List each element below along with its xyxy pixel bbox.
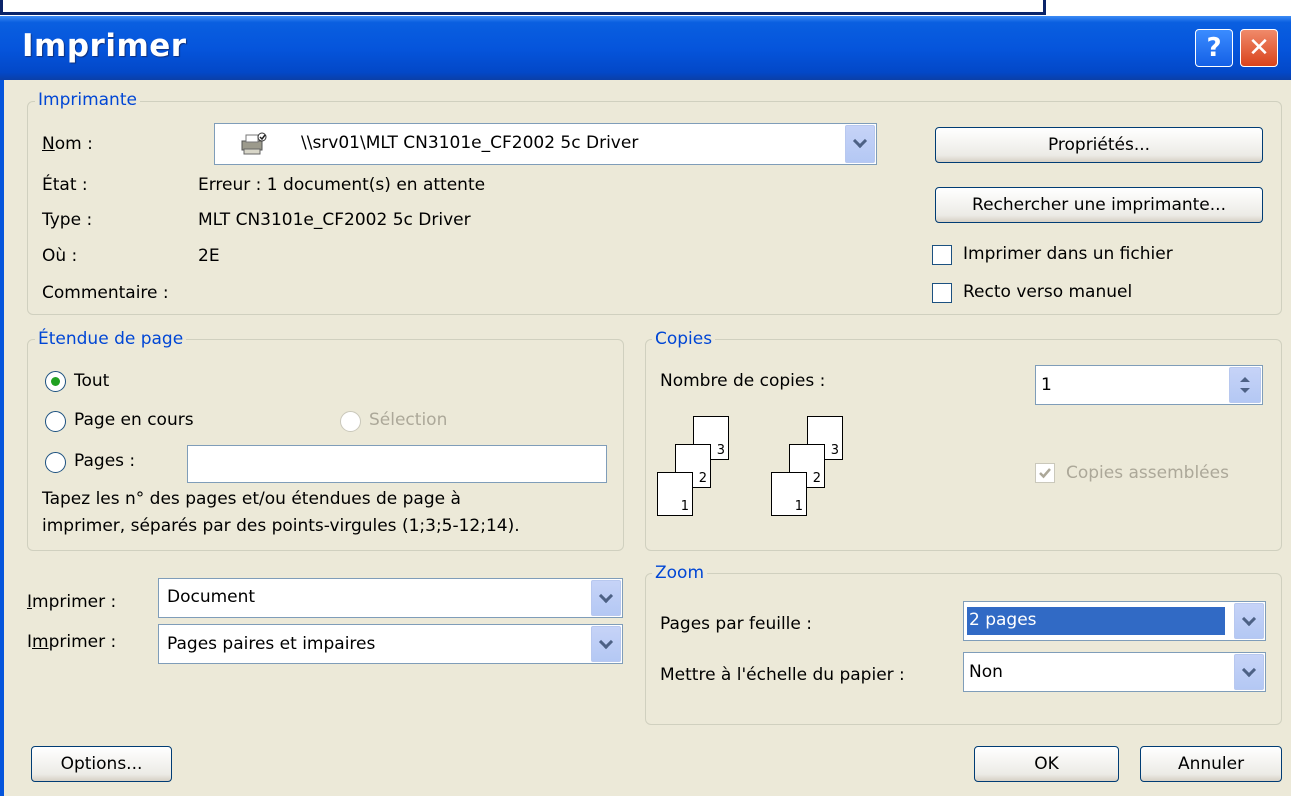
type-value: MLT CN3101e_CF2002 5c Driver [198, 210, 471, 230]
print-to-file-label[interactable]: Imprimer dans un fichier [963, 244, 1173, 264]
collate-checkbox [1035, 463, 1055, 483]
pages-per-sheet-label: Pages par feuille : [660, 614, 812, 634]
current-page-label[interactable]: Page en cours [74, 410, 194, 430]
options-button[interactable]: Options... [31, 746, 172, 782]
page-number: 2 [812, 471, 821, 486]
print-what-label: Imprimer : [27, 592, 117, 612]
background-window-edge [0, 0, 1046, 15]
chevron-down-icon[interactable] [591, 626, 621, 662]
all-pages-radio[interactable] [45, 371, 66, 392]
page-number: 3 [830, 443, 839, 458]
print-pages-select[interactable]: Pages paires et impaires [158, 624, 623, 664]
chevron-down-icon[interactable] [1234, 603, 1264, 639]
copies-legend: Copies [652, 329, 716, 349]
printer-name-select[interactable]: \\srv01\MLT CN3101e_CF2002 5c Driver [214, 123, 877, 165]
scale-to-paper-select[interactable]: Non [963, 652, 1266, 692]
state-value: Erreur : 1 document(s) en attente [198, 175, 486, 195]
zoom-legend: Zoom [652, 563, 708, 583]
pages-input[interactable] [187, 445, 607, 483]
zoom-groupbox [645, 573, 1282, 725]
close-button[interactable]: ✕ [1240, 29, 1278, 67]
page-number: 1 [680, 499, 689, 514]
where-value: 2E [198, 246, 220, 266]
find-printer-button[interactable]: Rechercher une imprimante... [935, 187, 1263, 223]
ok-button[interactable]: OK [974, 746, 1119, 782]
selection-radio [340, 411, 361, 432]
page-number: 2 [698, 471, 707, 486]
cancel-button[interactable]: Annuler [1140, 746, 1282, 782]
printer-name-value: \\srv01\MLT CN3101e_CF2002 5c Driver [301, 133, 639, 153]
page-number: 3 [716, 443, 725, 458]
all-pages-label[interactable]: Tout [74, 371, 109, 391]
close-icon: ✕ [1248, 33, 1270, 63]
chevron-down-icon[interactable] [1234, 654, 1264, 690]
chevron-down-icon[interactable] [591, 580, 621, 616]
comment-label: Commentaire : [42, 283, 169, 303]
print-what-select[interactable]: Document [158, 578, 623, 618]
print-pages-value: Pages paires et impaires [167, 634, 376, 654]
manual-duplex-checkbox[interactable] [932, 283, 952, 303]
where-label: Où : [42, 246, 78, 266]
copies-count-spinner[interactable]: 1 [1035, 365, 1263, 405]
type-label: Type : [42, 210, 93, 230]
print-pages-label: Imprimer : [27, 632, 117, 652]
spinner-arrows-icon[interactable] [1229, 367, 1261, 403]
window-title: Imprimer [22, 28, 187, 64]
print-to-file-checkbox[interactable] [932, 245, 952, 265]
printer-name-label-text: om : [54, 134, 93, 154]
help-button[interactable]: ? [1195, 29, 1233, 67]
pages-per-sheet-select[interactable]: 2 pages [963, 601, 1266, 641]
collate-stack-2-icon: 3 2 1 [771, 416, 851, 526]
page-number: 1 [794, 499, 803, 514]
print-what-value: Document [167, 587, 256, 607]
pages-label[interactable]: Pages : [74, 451, 135, 471]
question-mark-icon: ? [1206, 33, 1222, 63]
properties-button[interactable]: Propriétés... [935, 127, 1263, 163]
checkmark-icon [1039, 468, 1051, 479]
page-range-hint-1: Tapez les n° des pages et/ou étendues de… [42, 489, 461, 509]
current-page-radio[interactable] [45, 411, 66, 432]
selection-label: Sélection [369, 410, 448, 430]
manual-duplex-label[interactable]: Recto verso manuel [963, 282, 1132, 302]
copies-count-value: 1 [1041, 375, 1052, 395]
printer-name-label: Nom : [42, 134, 93, 154]
state-label: État : [42, 175, 88, 195]
window-frame-left [0, 80, 4, 796]
page-range-hint-2: imprimer, séparés par des points-virgule… [42, 516, 520, 536]
pages-per-sheet-value: 2 pages [969, 610, 1037, 630]
title-bar[interactable]: Imprimer ? ✕ [0, 16, 1291, 80]
scale-to-paper-value: Non [969, 662, 1003, 682]
collate-stack-1-icon: 3 2 1 [657, 416, 737, 526]
scale-to-paper-label: Mettre à l'échelle du papier : [660, 665, 905, 685]
collate-label: Copies assemblées [1066, 463, 1229, 483]
pages-radio[interactable] [45, 452, 66, 473]
page-range-legend: Étendue de page [35, 329, 187, 349]
printer-group-legend: Imprimante [35, 90, 140, 110]
copies-count-label: Nombre de copies : [660, 371, 826, 391]
chevron-down-icon[interactable] [845, 125, 875, 163]
printer-icon [239, 132, 269, 156]
